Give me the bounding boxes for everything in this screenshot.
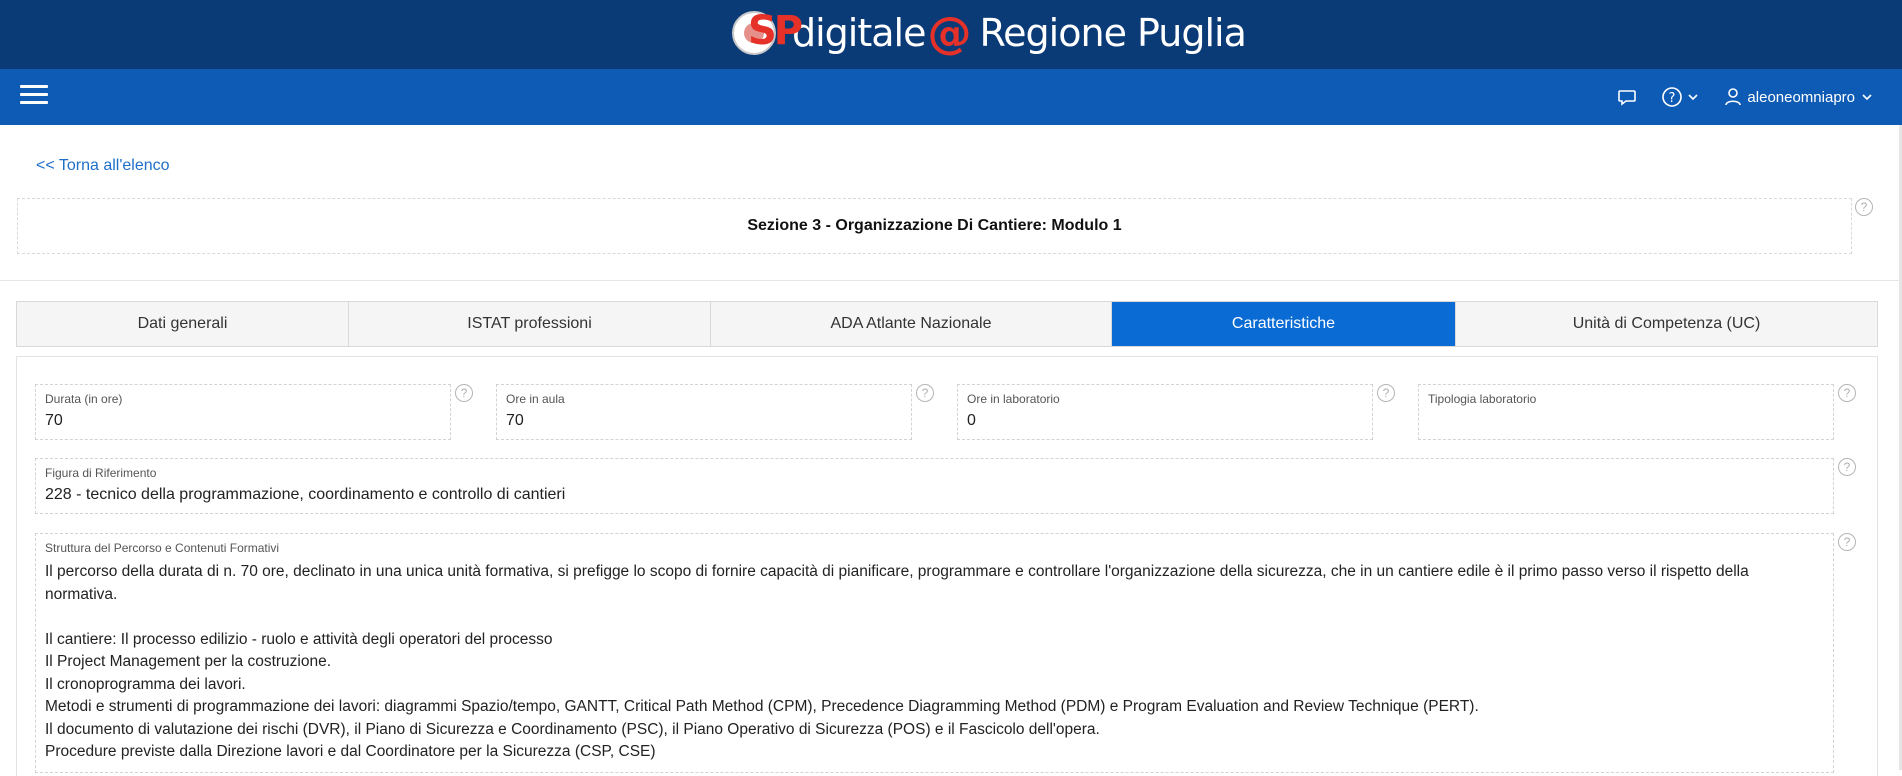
help-icon[interactable]: ? bbox=[455, 384, 473, 402]
brand-logo[interactable]: SP digitale @ Regione Puglia bbox=[730, 5, 1247, 61]
figura-riferimento-value: 228 - tecnico della programmazione, coor… bbox=[45, 486, 566, 503]
struttura-percorso-text: Il percorso della durata di n. 70 ore, d… bbox=[45, 561, 1793, 764]
tipologia-laboratorio-label: Tipologia laboratorio bbox=[1428, 392, 1537, 406]
durata-label: Durata (in ore) bbox=[45, 392, 123, 406]
chevron-down-icon bbox=[1862, 94, 1872, 101]
text-line: Il documento di valutazione dei rischi (… bbox=[45, 720, 1100, 738]
brand-header: SP digitale @ Regione Puglia bbox=[0, 0, 1902, 69]
tab-bar: Dati generali ISTAT professioni ADA Atla… bbox=[16, 301, 1878, 347]
figura-riferimento-field[interactable]: Figura di Riferimento 228 - tecnico dell… bbox=[35, 458, 1834, 514]
sp-logo-icon: SP bbox=[730, 6, 803, 60]
tab-istat-professioni[interactable]: ISTAT professioni bbox=[349, 302, 711, 346]
caratteristiche-panel: Durata (in ore) 70 ? Ore in aula 70 ? Or… bbox=[16, 356, 1878, 776]
brand-at-sign: @ bbox=[927, 7, 972, 59]
text-line: Il Project Management per la costruzione… bbox=[45, 653, 332, 670]
user-icon bbox=[1725, 88, 1742, 106]
top-navbar: ? aleoneomniapro bbox=[0, 69, 1902, 125]
tab-ada-atlante-nazionale[interactable]: ADA Atlante Nazionale bbox=[711, 302, 1112, 346]
struttura-percorso-label: Struttura del Percorso e Contenuti Forma… bbox=[45, 541, 280, 555]
help-icon[interactable]: ? bbox=[1838, 384, 1856, 402]
struttura-percorso-field[interactable]: Struttura del Percorso e Contenuti Forma… bbox=[35, 533, 1834, 773]
ore-aula-field[interactable]: Ore in aula 70 bbox=[496, 384, 912, 440]
sp-logo-letters: SP bbox=[748, 8, 803, 54]
ore-laboratorio-field[interactable]: Ore in laboratorio 0 bbox=[957, 384, 1373, 440]
text-line: Il cantiere: Il processo edilizio - ruol… bbox=[45, 630, 553, 648]
chevron-down-icon bbox=[1688, 94, 1698, 101]
text-line: Il percorso della durata di n. 70 ore, d… bbox=[45, 563, 1749, 580]
help-icon[interactable]: ? bbox=[1855, 198, 1873, 216]
ore-laboratorio-label: Ore in laboratorio bbox=[967, 392, 1060, 406]
text-line: normativa. bbox=[45, 585, 118, 603]
page-title: Sezione 3 - Organizzazione Di Cantiere: … bbox=[747, 217, 1122, 234]
ore-aula-value: 70 bbox=[506, 412, 524, 429]
section-title-box: Sezione 3 - Organizzazione Di Cantiere: … bbox=[17, 198, 1852, 254]
durata-value: 70 bbox=[45, 412, 63, 429]
user-menu-button[interactable]: aleoneomniapro bbox=[1724, 87, 1874, 107]
help-icon[interactable]: ? bbox=[916, 384, 934, 402]
navbar-actions: ? aleoneomniapro bbox=[1593, 69, 1874, 125]
svg-text:?: ? bbox=[1669, 91, 1676, 106]
help-icon[interactable]: ? bbox=[1377, 384, 1395, 402]
durata-field[interactable]: Durata (in ore) 70 bbox=[35, 384, 451, 440]
text-line: Procedure previste dalla Direzione lavor… bbox=[45, 743, 656, 760]
question-circle-icon: ? bbox=[1662, 87, 1683, 107]
text-line bbox=[45, 606, 1793, 629]
help-icon[interactable]: ? bbox=[1838, 458, 1856, 476]
brand-text-left: digitale bbox=[792, 11, 926, 55]
ore-aula-label: Ore in aula bbox=[506, 392, 565, 406]
text-line: Metodi e strumenti di programmazione dei… bbox=[45, 698, 1479, 715]
figura-riferimento-label: Figura di Riferimento bbox=[45, 466, 157, 480]
help-menu-button[interactable]: ? bbox=[1661, 86, 1700, 108]
hamburger-icon[interactable] bbox=[20, 85, 48, 109]
help-icon[interactable]: ? bbox=[1838, 533, 1856, 551]
text-line: Il cronoprogramma dei lavori. bbox=[45, 675, 246, 693]
tipologia-laboratorio-field[interactable]: Tipologia laboratorio bbox=[1418, 384, 1834, 440]
tab-unita-di-competenza[interactable]: Unità di Competenza (UC) bbox=[1456, 302, 1877, 346]
chat-bubble-icon bbox=[1618, 90, 1637, 106]
divider bbox=[0, 280, 1902, 281]
username: aleoneomniapro bbox=[1747, 88, 1855, 106]
brand-text-right: Regione Puglia bbox=[979, 11, 1246, 55]
ore-laboratorio-value: 0 bbox=[967, 412, 976, 429]
back-to-list-link[interactable]: << Torna all'elenco bbox=[36, 157, 170, 175]
chat-button[interactable] bbox=[1617, 87, 1637, 107]
tab-dati-generali[interactable]: Dati generali bbox=[17, 302, 349, 346]
tab-caratteristiche[interactable]: Caratteristiche bbox=[1112, 302, 1456, 346]
